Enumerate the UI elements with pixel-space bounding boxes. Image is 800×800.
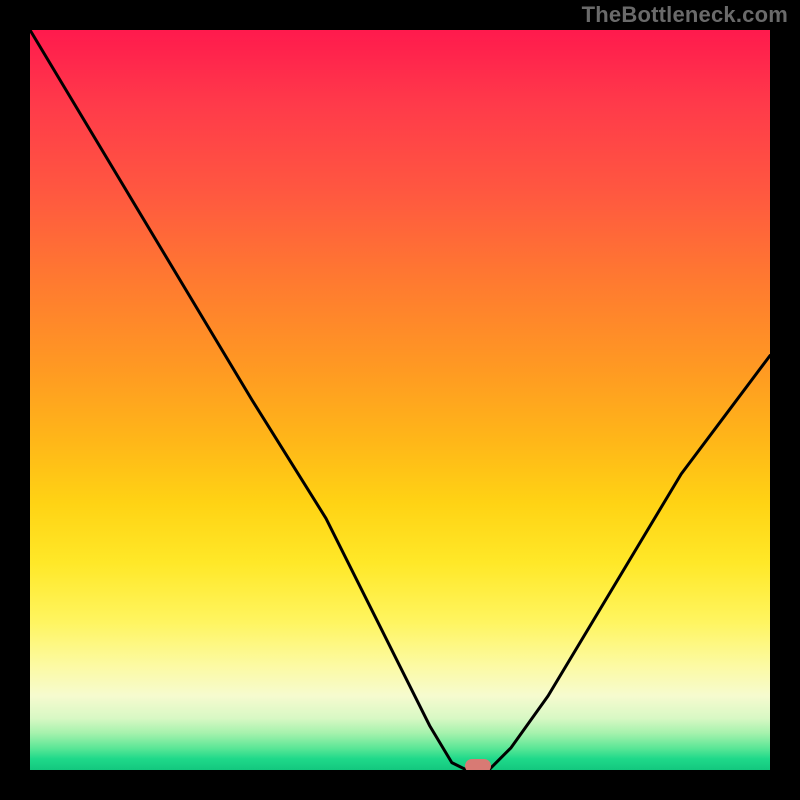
optimal-marker <box>465 759 491 770</box>
watermark-text: TheBottleneck.com <box>582 2 788 28</box>
curve-path <box>30 30 770 770</box>
chart-container: TheBottleneck.com <box>0 0 800 800</box>
plot-area <box>30 30 770 770</box>
bottleneck-curve <box>30 30 770 770</box>
